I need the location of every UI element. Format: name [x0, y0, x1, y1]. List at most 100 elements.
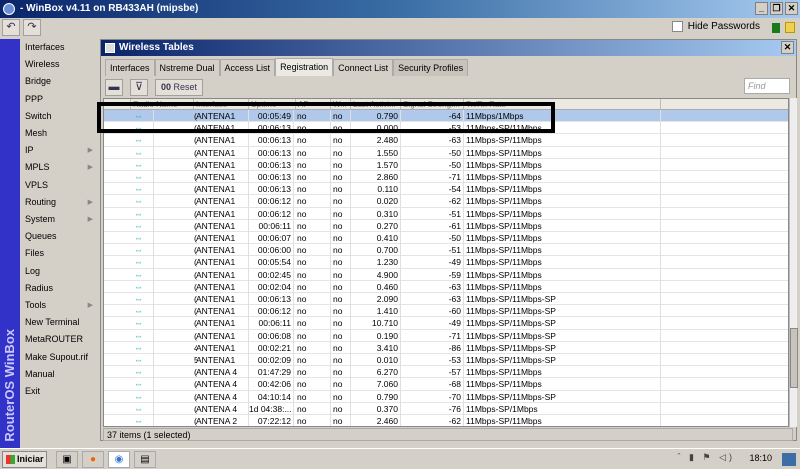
sidebar-item-log[interactable]: Log — [25, 263, 99, 280]
cell-ap: no — [297, 171, 331, 183]
table-row[interactable]: ⇔(ANTENA1 00:06:11 no no 0.270 -61 11Mbps-SP/1… — [104, 219, 788, 232]
table-row[interactable]: ⇔(ANTENA1 00:06:12 no no 0.310 -51 11Mbps-SP/1… — [104, 207, 788, 220]
tab-nstreme-dual[interactable]: Nstreme Dual — [154, 59, 220, 76]
table-row[interactable]: ⇔(ANTENA1 00:02:45 no no 4.900 -59 11Mbps-SP/1… — [104, 268, 788, 281]
cell-ap: no — [297, 268, 331, 281]
checkbox-icon[interactable] — [671, 21, 683, 32]
sidebar-menu: Interfaces Wireless Bridge PPP Switch Mesh IP ▶… — [20, 39, 100, 448]
firefox-icon[interactable]: ● — [82, 451, 104, 468]
table-row[interactable]: ⇔(ANTENA 4 04:10:14 no no 0.790 -70 11Mbps-SP/… — [104, 390, 788, 403]
remove-button[interactable]: ▬ — [105, 79, 123, 96]
sidebar-item-vpls[interactable]: VPLS — [25, 177, 99, 194]
vertical-scrollbar[interactable] — [789, 98, 798, 427]
cell-interface: ANTENA1 — [196, 158, 249, 171]
sidebar-item-mpls[interactable]: MPLS ▶ — [25, 159, 99, 176]
cell-uptime: 00:06:13 — [249, 134, 294, 147]
table-row[interactable]: ⇔4ANTENA100:02:21nono3.410-8611Mbps-SP/1… — [104, 341, 788, 354]
start-button[interactable]: Iniciar — [2, 451, 47, 468]
scrollbar-thumb[interactable] — [790, 328, 798, 388]
registration-icon: ⇔ — [134, 366, 154, 379]
table-row[interactable]: ⇔(ANTENA1 00:06:00 no no 0.700 -51 11Mbps-SP/1… — [104, 244, 788, 257]
reset-button[interactable]: 00 Reset — [155, 79, 203, 96]
sidebar-item-label: Mesh — [25, 128, 48, 138]
show-desktop-icon[interactable] — [782, 453, 796, 466]
cell-wds: no — [333, 305, 351, 318]
hide-passwords-checkbox[interactable]: Hide Passwords — [671, 21, 760, 32]
sidebar-item-ppp[interactable]: PPP — [25, 91, 99, 108]
sidebar-item-mesh[interactable]: Mesh — [25, 125, 99, 142]
tab-access-list[interactable]: Access List — [219, 59, 276, 76]
window-close-button[interactable]: ✕ — [781, 41, 794, 54]
table-row[interactable]: ⇔(ANTENA1 00:06:13 no no 2.480 -63 11Mbps-SP/1… — [104, 134, 788, 147]
registration-icon: ⇔ — [134, 378, 154, 391]
sidebar-item-label: Exit — [25, 386, 41, 396]
find-input[interactable]: Find — [744, 78, 790, 94]
undo-button[interactable]: ↶ — [2, 19, 20, 36]
sidebar-item-new-terminal[interactable]: New Terminal — [25, 314, 99, 331]
cell-last-activity: 0.310 — [351, 207, 401, 220]
tab-connect-list[interactable]: Connect List — [333, 59, 394, 76]
table-row[interactable]: ⇔(ANTENA1 00:06:12 no no 1.410 -60 11Mbps-SP/1… — [104, 305, 788, 318]
registration-icon: ⇔ — [134, 207, 154, 220]
cell-last-activity: 1.550 — [351, 146, 401, 159]
brand-label: RouterOS WinBox — [2, 329, 17, 442]
table-row[interactable]: ⇔(ANTENA1 00:06:12 no no 0.020 -62 11Mbps-SP/1… — [104, 195, 788, 208]
sidebar-item-exit[interactable]: Exit — [25, 383, 99, 400]
table-row[interactable]: ⇔(ANTENA 4 1d 04:38:... no no 0.370 -76 11Mbps… — [104, 402, 788, 415]
sidebar-item-files[interactable]: Files — [25, 245, 99, 262]
close-button[interactable]: ✕ — [785, 2, 798, 15]
table-row[interactable]: ⇔5ANTENA100:02:09nono0.010-5311Mbps-SP/1… — [104, 354, 788, 367]
sidebar-item-wireless[interactable]: Wireless — [25, 56, 99, 73]
table-row[interactable]: ⇔(ANTENA1 00:06:13 no no 2.090 -63 11Mbps-SP/1… — [104, 293, 788, 306]
cell-tx-rx-rate: 11Mbps-SP/11Mbps — [466, 268, 661, 281]
table-row[interactable]: ⇔(ANTENA1 00:02:04 no no 0.460 -63 11Mbps-SP/1… — [104, 280, 788, 293]
sidebar-item-radius[interactable]: Radius — [25, 280, 99, 297]
sidebar-item-metarouter[interactable]: MetaROUTER — [25, 331, 99, 348]
side-brand-strip: RouterOS WinBox — [0, 39, 20, 448]
sidebar-item-make-supout-rif[interactable]: Make Supout.rif — [25, 349, 99, 366]
restore-button[interactable]: ❐ — [770, 2, 783, 15]
sidebar-item-system[interactable]: System ▶ — [25, 211, 99, 228]
table-row[interactable]: ⇔(ANTENA1 00:06:07 no no 0.410 -50 11Mbps-SP/1… — [104, 232, 788, 245]
tab-security-profiles[interactable]: Security Profiles — [393, 59, 469, 76]
sidebar-item-switch[interactable]: Switch — [25, 108, 99, 125]
table-row[interactable]: ⇔(ANTENA1 00:06:13 no no 2.860 -71 11Mbps-SP/1… — [104, 171, 788, 184]
cell-signal-strength: -54 — [401, 183, 464, 196]
table-row[interactable]: ⇔(ANTENA1 00:06:13 no no 1.550 -50 11Mbps-SP/1… — [104, 146, 788, 159]
cell-tx-rx-rate: 11Mbps-SP/11Mbps — [466, 415, 661, 426]
table-row[interactable]: ⇔(ANTENA1 00:06:08 no no 0.190 -71 11Mbps-SP/1… — [104, 329, 788, 342]
table-row[interactable]: ⇔(ANTENA 2 07:22:12 no no 2.460 -62 11Mbps-SP/… — [104, 415, 788, 426]
cell-tx-rx-rate: 11Mbps-SP/11Mbps — [466, 134, 661, 147]
cell-wds: no — [333, 183, 351, 196]
sidebar-item-queues[interactable]: Queues — [25, 228, 99, 245]
cell-signal-strength: -63 — [401, 280, 464, 293]
table-row[interactable]: ⇔(ANTENA1 00:06:13 no no 0.110 -54 11Mbps-SP/1… — [104, 183, 788, 196]
minimize-button[interactable]: _ — [755, 2, 768, 15]
sidebar-item-manual[interactable]: Manual — [25, 366, 99, 383]
taskbar-app2-icon[interactable]: ▤ — [134, 451, 156, 468]
table-row[interactable]: ⇔(ANTENA1 00:05:54 no no 1.230 -49 11Mbps-SP/1… — [104, 256, 788, 269]
tab-registration[interactable]: Registration — [275, 58, 334, 76]
column-header-blank[interactable] — [661, 99, 788, 110]
taskbar-app-icon[interactable]: ▣ — [56, 451, 78, 468]
winbox-task-icon[interactable]: ◉ — [108, 451, 130, 468]
sidebar-item-tools[interactable]: Tools ▶ — [25, 297, 99, 314]
table-row[interactable]: ⇔(ANTENA1 00:06:11 no no 10.710 -49 11Mbps-SP/… — [104, 317, 788, 330]
cell-last-activity: 0.460 — [351, 280, 401, 293]
cell-last-activity: 2.860 — [351, 171, 401, 183]
cell-interface: ANTENA1 — [196, 268, 249, 281]
cell-tx-rx-rate: 11Mbps-SP/11Mbps-SP — [466, 317, 661, 330]
redo-button[interactable]: ↷ — [23, 19, 41, 36]
sidebar-item-interfaces[interactable]: Interfaces — [25, 39, 99, 56]
sidebar-item-ip[interactable]: IP ▶ — [25, 142, 99, 159]
cell-uptime: 00:02:21 — [249, 341, 294, 354]
sidebar-item-routing[interactable]: Routing ▶ — [25, 194, 99, 211]
table-row[interactable]: ⇔(ANTENA1 00:06:13 no no 1.570 -50 11Mbps-SP/1… — [104, 158, 788, 171]
tab-interfaces[interactable]: Interfaces — [105, 59, 155, 76]
table-row[interactable]: ⇔(ANTENA 4 00:42:06 no no 7.060 -68 11Mbps-SP/… — [104, 378, 788, 391]
sidebar-item-bridge[interactable]: Bridge — [25, 73, 99, 90]
table-row[interactable]: ⇔(ANTENA 4 01:47:29 no no 6.270 -57 11Mbps-SP/… — [104, 366, 788, 379]
filter-button[interactable]: ⊽ — [130, 79, 148, 96]
cell-ap: no — [297, 256, 331, 269]
cell-ap: no — [297, 402, 331, 415]
